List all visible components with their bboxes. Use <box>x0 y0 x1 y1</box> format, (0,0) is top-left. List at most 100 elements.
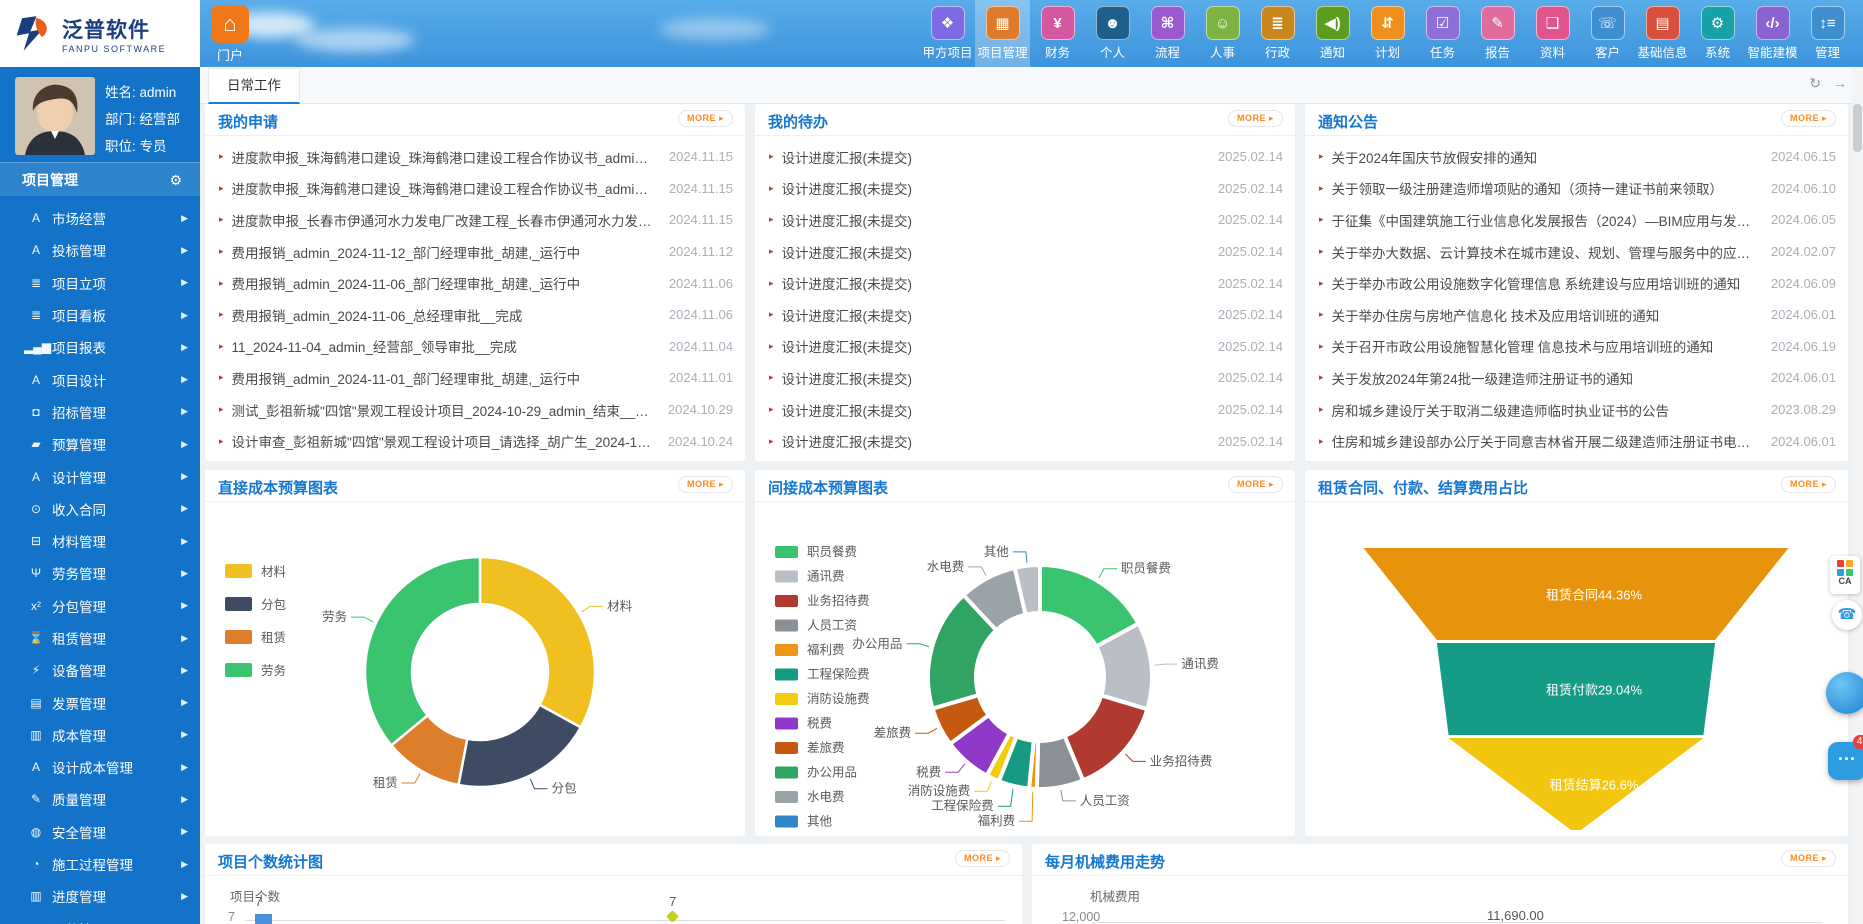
nav-item-4[interactable]: ☻个人 <box>1085 0 1140 67</box>
legend-label[interactable]: 人员工资 <box>807 619 857 633</box>
sidebar-item-10[interactable]: ⊙收入合同▶ <box>0 493 200 525</box>
more-button[interactable]: MORE ▸ <box>1228 476 1283 493</box>
legend-swatch[interactable] <box>775 767 798 779</box>
nav-item-portal[interactable]: ⌂ 门户 <box>204 5 256 64</box>
legend-swatch[interactable] <box>225 597 252 611</box>
legend-label[interactable]: 税费 <box>807 717 832 731</box>
list-item[interactable]: ▸进度款申报_珠海鹤港口建设_珠海鹤港口建设工程合作协议书_admin_...2… <box>219 173 733 205</box>
list-item[interactable]: ▸关于举办市政公用设施数字化管理信息 系统建设与应用培训班的通知2024.06.… <box>1319 267 1836 299</box>
legend-swatch[interactable] <box>775 571 798 583</box>
nav-item-14[interactable]: ▤基础信息 <box>1635 0 1690 67</box>
list-item[interactable]: ▸住房和城乡建设部办公厅关于同意吉林省开展二级建造师注册证书电子证书试点...2… <box>1319 425 1836 457</box>
legend-label[interactable]: 水电费 <box>807 790 845 804</box>
list-item[interactable]: ▸费用报销_admin_2024-11-01_部门经理审批_胡建,_运行中202… <box>219 362 733 394</box>
list-item[interactable]: ▸关于召开市政公用设施智慧化管理 信息技术与应用培训班的通知2024.06.19 <box>1319 331 1836 363</box>
more-button[interactable]: MORE ▸ <box>1781 850 1836 867</box>
sidebar-item-5[interactable]: ▂▄▆项目报表▶ <box>0 331 200 363</box>
legend-swatch[interactable] <box>775 595 798 607</box>
sidebar-item-9[interactable]: A设计管理▶ <box>0 460 200 492</box>
list-item[interactable]: ▸关于领取一级注册建造师增项贴的通知（须持一建证书前来领取）2024.06.10 <box>1319 173 1836 205</box>
sidebar-item-2[interactable]: A投标管理▶ <box>0 234 200 266</box>
sidebar-item-13[interactable]: x²分包管理▶ <box>0 590 200 622</box>
legend-label[interactable]: 办公用品 <box>807 765 857 780</box>
chat-service-button[interactable]: ··· 45 <box>1828 742 1863 780</box>
tab-daily-work[interactable]: 日常工作 <box>208 68 300 104</box>
legend-label[interactable]: 职员餐费 <box>807 544 857 559</box>
sidebar-item-8[interactable]: ▰预算管理▶ <box>0 428 200 460</box>
phone-service-button[interactable]: ☎ <box>1832 600 1862 630</box>
legend-label[interactable]: 工程保险费 <box>807 667 870 682</box>
refresh-icon[interactable]: ↻ <box>1809 75 1821 91</box>
legend-label[interactable]: 租赁 <box>261 631 286 645</box>
nav-item-12[interactable]: ❏资料 <box>1525 0 1580 67</box>
sidebar-item-20[interactable]: ◍安全管理▶ <box>0 816 200 848</box>
list-item[interactable]: ▸设计进度汇报(未提交)2025.02.14 <box>769 236 1283 268</box>
more-button[interactable]: MORE ▸ <box>1781 110 1836 127</box>
sidebar-item-3[interactable]: ≣项目立项▶ <box>0 267 200 299</box>
list-item[interactable]: ▸测试_彭祖新城"四馆"景观工程设计项目_2024-10-29_admin_结束… <box>219 394 733 426</box>
scrollbar-thumb[interactable] <box>1853 104 1862 152</box>
floating-sphere-button[interactable] <box>1826 672 1863 714</box>
sidebar-item-11[interactable]: ⊟材料管理▶ <box>0 525 200 557</box>
list-item[interactable]: ▸关于举办住房与房地产信息化 技术及应用培训班的通知2024.06.01 <box>1319 299 1836 331</box>
legend-swatch[interactable] <box>775 669 798 681</box>
sidebar-item-12[interactable]: Ψ劳务管理▶ <box>0 557 200 589</box>
legend-swatch[interactable] <box>775 791 798 803</box>
sidebar-item-15[interactable]: ⚡设备管理▶ <box>0 654 200 686</box>
legend-label[interactable]: 消防设施费 <box>807 691 870 706</box>
floating-ca-widget[interactable]: CA <box>1830 556 1860 594</box>
legend-swatch[interactable] <box>225 630 252 644</box>
list-item[interactable]: ▸设计审查_彭祖新城"四馆"景观工程设计项目_请选择_胡广生_2024-10-2… <box>219 425 733 457</box>
legend-swatch[interactable] <box>225 564 252 578</box>
nav-item-5[interactable]: ⌘流程 <box>1140 0 1195 67</box>
nav-item-10[interactable]: ☑任务 <box>1415 0 1470 67</box>
nav-item-3[interactable]: ¥财务 <box>1030 0 1085 67</box>
sidebar-item-17[interactable]: ▥成本管理▶ <box>0 719 200 751</box>
list-item[interactable]: ▸设计进度汇报(未提交)2025.02.14 <box>769 394 1283 426</box>
sidebar-item-4[interactable]: ≣项目看板▶ <box>0 299 200 331</box>
nav-item-11[interactable]: ✎报告 <box>1470 0 1525 67</box>
nav-item-9[interactable]: ⇵计划 <box>1360 0 1415 67</box>
more-button[interactable]: MORE ▸ <box>1228 110 1283 127</box>
sidebar-item-21[interactable]: ◔施工过程管理▶ <box>0 848 200 880</box>
legend-swatch[interactable] <box>225 663 252 677</box>
list-item[interactable]: ▸关于举办大数据、云计算技术在城市建设、规划、管理与服务中的应用培训班...20… <box>1319 236 1836 268</box>
list-item[interactable]: ▸进度款申报_长春市伊通河水力发电厂改建工程_长春市伊通河水力发电...2024… <box>219 204 733 236</box>
legend-label[interactable]: 福利费 <box>807 642 845 657</box>
more-button[interactable]: MORE ▸ <box>955 850 1010 867</box>
legend-swatch[interactable] <box>775 742 798 754</box>
nav-item-16[interactable]: ‹/›智能建模 <box>1745 0 1800 67</box>
list-item[interactable]: ▸进度款申报_珠海鹤港口建设_珠海鹤港口建设工程合作协议书_admin_...2… <box>219 141 733 173</box>
nav-item-17[interactable]: ↕≡管理 <box>1800 0 1855 67</box>
legend-label[interactable]: 材料 <box>261 565 287 579</box>
legend-swatch[interactable] <box>775 816 798 828</box>
list-item[interactable]: ▸设计进度汇报(未提交)2025.02.14 <box>769 173 1283 205</box>
list-item[interactable]: ▸费用报销_admin_2024-11-06_总经理审批__完成2024.11.… <box>219 299 733 331</box>
list-item[interactable]: ▸设计进度汇报(未提交)2025.02.14 <box>769 141 1283 173</box>
legend-label[interactable]: 其他 <box>807 815 833 829</box>
list-item[interactable]: ▸关于2024年国庆节放假安排的通知2024.06.15 <box>1319 141 1836 173</box>
list-item[interactable]: ▸设计进度汇报(未提交)2025.02.14 <box>769 299 1283 331</box>
legend-label[interactable]: 劳务 <box>261 663 286 678</box>
list-item[interactable]: ▸费用报销_admin_2024-11-06_部门经理审批_胡建,_运行中202… <box>219 267 733 299</box>
sidebar-item-23[interactable]: ▯证件管理▶ <box>0 913 200 924</box>
more-button[interactable]: MORE ▸ <box>678 110 733 127</box>
sidebar-item-19[interactable]: ✎质量管理▶ <box>0 783 200 815</box>
gear-icon[interactable]: ⚙ <box>169 163 182 197</box>
list-item[interactable]: ▸设计进度汇报(未提交)2025.02.14 <box>769 267 1283 299</box>
nav-item-1[interactable]: ❖甲方项目 <box>920 0 975 67</box>
sidebar-item-18[interactable]: A设计成本管理▶ <box>0 751 200 783</box>
legend-swatch[interactable] <box>775 718 798 730</box>
legend-label[interactable]: 分包 <box>261 598 286 612</box>
legend-swatch[interactable] <box>775 644 798 656</box>
list-item[interactable]: ▸设计进度汇报(未提交)2025.02.14 <box>769 204 1283 236</box>
nav-item-6[interactable]: ☺人事 <box>1195 0 1250 67</box>
list-item[interactable]: ▸于征集《中国建筑施工行业信息化发展报告（2024）—BIM应用与发展》材料..… <box>1319 204 1836 236</box>
legend-swatch[interactable] <box>775 693 798 705</box>
list-item[interactable]: ▸设计进度汇报(未提交)2025.02.14 <box>769 362 1283 394</box>
list-item[interactable]: ▸11_2024-11-04_admin_经营部_领导审批__完成2024.11… <box>219 331 733 363</box>
list-item[interactable]: ▸设计进度汇报(未提交)2025.02.14 <box>769 331 1283 363</box>
nav-item-8[interactable]: ◀)通知 <box>1305 0 1360 67</box>
nav-item-15[interactable]: ⚙系统 <box>1690 0 1745 67</box>
more-button[interactable]: MORE ▸ <box>678 476 733 493</box>
